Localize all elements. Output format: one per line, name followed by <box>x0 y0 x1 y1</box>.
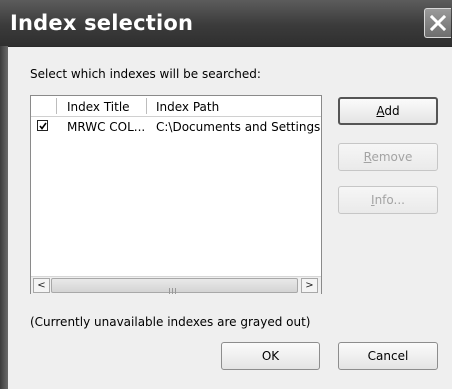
column-header-index-path[interactable]: Index Path <box>156 100 219 114</box>
title-bar[interactable]: Index selection <box>0 0 452 47</box>
index-title-cell: MRWC COL... <box>67 120 146 134</box>
column-separator[interactable] <box>146 98 147 114</box>
column-separator[interactable] <box>56 98 57 114</box>
remove-button[interactable]: Remove <box>338 143 438 171</box>
horizontal-scrollbar[interactable]: < > <box>31 276 321 294</box>
list-row[interactable]: MRWC COL... C:\Documents and Settings\ <box>31 117 321 135</box>
ok-button[interactable]: OK <box>221 342 320 370</box>
scrollbar-thumb[interactable] <box>51 278 298 294</box>
index-checkbox[interactable] <box>37 120 48 131</box>
info-button[interactable]: Info... <box>338 186 438 214</box>
unavailable-note: (Currently unavailable indexes are graye… <box>30 315 311 329</box>
cancel-button[interactable]: Cancel <box>338 342 438 370</box>
info-label: nfo... <box>374 193 405 207</box>
index-path-cell: C:\Documents and Settings\ <box>156 120 320 134</box>
close-button[interactable] <box>424 8 451 38</box>
add-button[interactable]: Add <box>338 97 438 125</box>
close-icon <box>430 15 446 31</box>
window-frame-edge <box>0 46 8 389</box>
remove-label: emove <box>371 150 413 164</box>
list-header: Index Title Index Path <box>31 96 321 117</box>
scroll-left-button[interactable]: < <box>33 278 50 293</box>
add-label: dd <box>384 104 400 118</box>
window-title: Index selection <box>10 11 194 35</box>
column-header-index-title[interactable]: Index Title <box>67 100 130 114</box>
checkmark-icon <box>39 122 47 130</box>
scroll-right-button[interactable]: > <box>301 278 318 293</box>
thumb-grip-icon <box>169 283 178 297</box>
index-list[interactable]: Index Title Index Path MRWC COL... C:\Do… <box>30 95 322 294</box>
instruction-label: Select which indexes will be searched: <box>30 67 261 81</box>
index-selection-dialog: Index selection Select which indexes wil… <box>0 0 452 389</box>
